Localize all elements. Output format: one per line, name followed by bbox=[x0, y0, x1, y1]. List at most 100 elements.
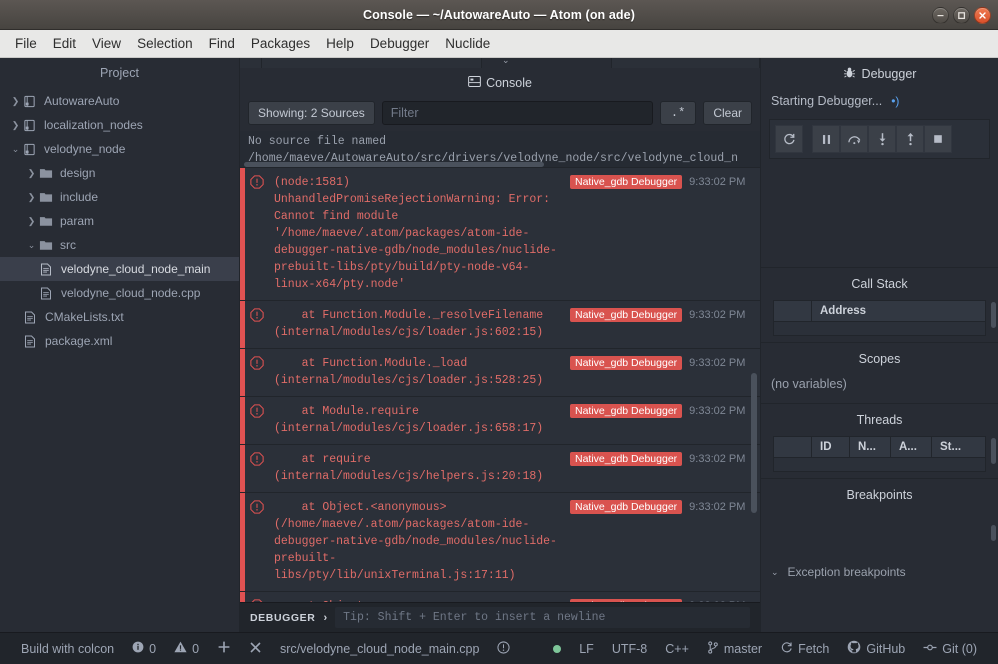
chevron-down-icon[interactable]: ⌄ bbox=[24, 240, 39, 251]
exception-breakpoints-row[interactable]: ⌄ Exception breakpoints bbox=[761, 563, 998, 579]
chevron-down-icon[interactable]: ⌄ bbox=[771, 567, 779, 578]
tree-item-velodyne-node[interactable]: ⌄ velodyne_node bbox=[0, 137, 239, 161]
folder-icon bbox=[39, 215, 57, 228]
pause-button[interactable] bbox=[812, 125, 840, 153]
tree-item-velodyne-cloud-node-cpp[interactable]: velodyne_cloud_node.cpp bbox=[0, 281, 239, 305]
prompt-label: DEBUGGER bbox=[250, 611, 316, 624]
maximize-button[interactable] bbox=[953, 6, 970, 24]
threads-scrollbar[interactable] bbox=[991, 438, 996, 464]
encoding-button[interactable]: UTF-8 bbox=[603, 642, 656, 656]
tree-item-localization-nodes[interactable]: ❯ localization_nodes bbox=[0, 113, 239, 137]
chevron-right-icon[interactable]: ❯ bbox=[24, 192, 39, 203]
console-entry[interactable]: (node:1581) UnhandledPromiseRejectionWar… bbox=[240, 168, 760, 301]
console-entry[interactable]: at Function.Module._load (internal/modul… bbox=[240, 349, 760, 397]
file-path-item[interactable]: src/velodyne_cloud_node_main.cpp bbox=[271, 642, 488, 656]
menu-item-find[interactable]: Find bbox=[202, 33, 242, 54]
vertical-scrollbar[interactable] bbox=[751, 373, 757, 513]
tab-ghost[interactable] bbox=[240, 58, 262, 68]
close-icon bbox=[249, 641, 262, 657]
window-title: Console — ~/AutowareAuto — Atom (on ade) bbox=[363, 7, 635, 22]
threads-col-id[interactable]: ID bbox=[812, 437, 850, 457]
git-commit-icon bbox=[923, 642, 937, 656]
console-entry[interactable]: at require (internal/modules/cjs/helpers… bbox=[240, 445, 760, 493]
console-preamble: No source file named /home/maeve/Autowar… bbox=[240, 131, 760, 167]
menu-item-help[interactable]: Help bbox=[319, 33, 361, 54]
threads-col-address[interactable]: A... bbox=[891, 437, 932, 457]
tab-ghost[interactable] bbox=[262, 58, 482, 68]
plus-icon bbox=[217, 640, 231, 657]
branch-button[interactable]: master bbox=[698, 640, 771, 657]
tree-item-autowareauto[interactable]: ❯ AutowareAuto bbox=[0, 89, 239, 113]
timestamp: 9:33:02 PM bbox=[689, 501, 746, 513]
repo-icon bbox=[23, 119, 41, 132]
call-stack-body[interactable] bbox=[773, 322, 986, 336]
chevron-right-icon[interactable]: ❯ bbox=[24, 216, 39, 227]
tree-item-include[interactable]: ❯ include bbox=[0, 185, 239, 209]
fetch-button[interactable]: Fetch bbox=[771, 641, 838, 657]
console-entry[interactable]: at Function.Module._resolveFilename (int… bbox=[240, 301, 760, 349]
showing-sources-button[interactable]: Showing: 2 Sources bbox=[248, 101, 375, 125]
info-count-item[interactable]: 0 bbox=[123, 641, 165, 656]
tree-item-velodyne-cloud-node-main[interactable]: velodyne_cloud_node_main bbox=[0, 257, 239, 281]
call-stack-col-address[interactable]: Address bbox=[812, 301, 985, 321]
call-stack-scrollbar[interactable] bbox=[991, 302, 996, 328]
sync-status-indicator[interactable] bbox=[544, 644, 570, 653]
menu-item-file[interactable]: File bbox=[8, 33, 44, 54]
line-ending-button[interactable]: LF bbox=[570, 642, 603, 656]
filter-input[interactable] bbox=[381, 101, 653, 125]
threads-body[interactable] bbox=[773, 458, 986, 472]
console-entry[interactable]: at Module.require (internal/modules/cjs/… bbox=[240, 397, 760, 445]
folder-icon bbox=[39, 167, 57, 180]
tree-item-param[interactable]: ❯ param bbox=[0, 209, 239, 233]
close-button[interactable] bbox=[974, 6, 991, 24]
menu-item-debugger[interactable]: Debugger bbox=[363, 33, 436, 54]
source-badge: Native_gdb Debugger bbox=[570, 599, 683, 602]
debugger-command-input[interactable] bbox=[335, 607, 750, 628]
regex-toggle-button[interactable]: .* bbox=[659, 101, 697, 125]
build-label: Build with colcon bbox=[21, 641, 115, 656]
add-button[interactable] bbox=[208, 640, 240, 657]
menu-item-view[interactable]: View bbox=[85, 33, 128, 54]
step-into-button[interactable] bbox=[868, 125, 896, 153]
console-entry[interactable]: at Object.<anonymous> (/home/maeve/.atom… bbox=[240, 592, 760, 602]
menu-item-packages[interactable]: Packages bbox=[244, 33, 317, 54]
diagnostics-button[interactable] bbox=[488, 640, 519, 657]
tree-item-cmakelists[interactable]: CMakeLists.txt bbox=[0, 305, 239, 329]
warning-count-item[interactable]: 0 bbox=[165, 641, 208, 656]
tree-item-package-xml[interactable]: package.xml bbox=[0, 329, 239, 353]
breakpoints-area[interactable] bbox=[761, 511, 998, 563]
menu-item-selection[interactable]: Selection bbox=[130, 33, 200, 54]
console-entry-message: (node:1581) UnhandledPromiseRejectionWar… bbox=[274, 176, 557, 291]
git-button[interactable]: Git (0) bbox=[914, 642, 986, 656]
call-stack-col-blank[interactable] bbox=[774, 301, 812, 321]
tab-ghost[interactable] bbox=[612, 58, 760, 68]
chevron-right-icon[interactable]: ❯ bbox=[8, 96, 23, 107]
menu-item-edit[interactable]: Edit bbox=[46, 33, 83, 54]
error-accent-bar bbox=[240, 592, 245, 602]
tree-item-src[interactable]: ⌄ src bbox=[0, 233, 239, 257]
chevron-right-icon[interactable]: ❯ bbox=[24, 168, 39, 179]
threads-col-blank[interactable] bbox=[774, 437, 812, 457]
error-icon bbox=[240, 307, 274, 341]
build-with-colcon-button[interactable]: Build with colcon bbox=[12, 642, 123, 656]
tree-item-design[interactable]: ❯ design bbox=[0, 161, 239, 185]
breakpoints-scrollbar[interactable] bbox=[991, 525, 996, 541]
minimize-button[interactable] bbox=[932, 6, 949, 24]
github-button[interactable]: GitHub bbox=[838, 640, 914, 657]
console-log[interactable]: (node:1581) UnhandledPromiseRejectionWar… bbox=[240, 167, 760, 602]
threads-col-name[interactable]: N... bbox=[850, 437, 891, 457]
console-entry[interactable]: at Object.<anonymous> (/home/maeve/.atom… bbox=[240, 493, 760, 592]
timestamp: 9:33:02 PM bbox=[689, 453, 746, 465]
language-button[interactable]: C++ bbox=[656, 642, 698, 656]
restart-button[interactable] bbox=[775, 125, 803, 153]
step-over-button[interactable] bbox=[840, 125, 868, 153]
chevron-right-icon[interactable]: ❯ bbox=[8, 120, 23, 131]
menu-item-nuclide[interactable]: Nuclide bbox=[438, 33, 497, 54]
threads-col-stop-reason[interactable]: St... bbox=[932, 437, 985, 457]
clear-button[interactable]: Clear bbox=[703, 101, 752, 125]
chevron-down-icon[interactable]: ⌄ bbox=[8, 144, 23, 155]
error-icon bbox=[240, 174, 274, 293]
close-pane-button[interactable] bbox=[240, 641, 271, 657]
step-out-button[interactable] bbox=[896, 125, 924, 153]
stop-button[interactable] bbox=[924, 125, 952, 153]
